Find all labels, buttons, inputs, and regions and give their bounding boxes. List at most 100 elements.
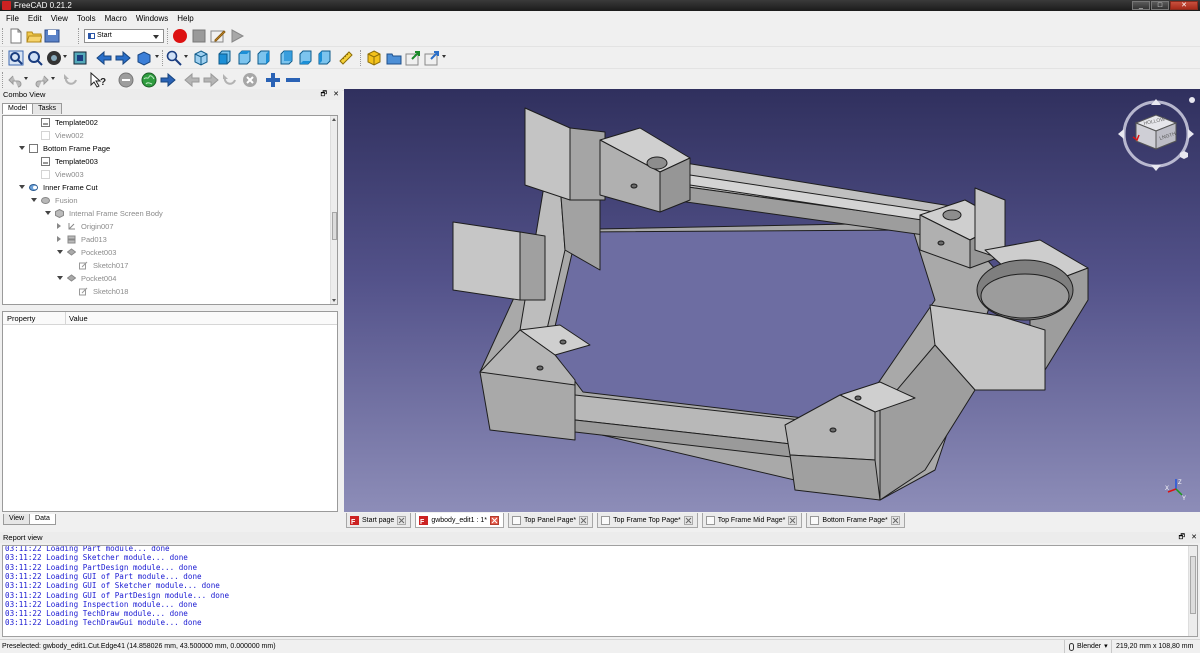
chevron-down-icon[interactable] <box>24 77 28 80</box>
macro-edit-icon[interactable] <box>210 28 226 44</box>
expand-arrow-icon[interactable] <box>45 211 51 215</box>
close-panel-icon[interactable]: ✕ <box>1191 532 1197 543</box>
expand-arrow-icon[interactable] <box>19 146 25 150</box>
report-scrollbar[interactable] <box>1188 546 1197 636</box>
expand-arrow-icon[interactable] <box>57 250 63 254</box>
chevron-down-icon[interactable] <box>51 77 55 80</box>
toolbar-grip[interactable] <box>162 50 164 66</box>
property-column-header[interactable]: Property <box>7 312 35 325</box>
expand-arrow-icon[interactable] <box>19 185 25 189</box>
close-tab-icon[interactable] <box>683 515 693 525</box>
zoom-in-icon[interactable] <box>265 72 281 88</box>
collapsed-arrow-icon[interactable] <box>57 223 61 229</box>
toolbar-grip[interactable] <box>2 72 4 88</box>
menu-tools[interactable]: Tools <box>74 14 102 23</box>
toolbar-grip[interactable] <box>78 28 80 44</box>
chevron-down-icon[interactable] <box>155 55 159 58</box>
close-tab-icon[interactable] <box>489 515 499 525</box>
expand-arrow-icon[interactable] <box>31 198 37 202</box>
menu-file[interactable]: File <box>3 14 25 23</box>
tab-view[interactable]: View <box>3 514 31 525</box>
column-divider[interactable] <box>65 312 66 325</box>
menu-help[interactable]: Help <box>174 14 199 23</box>
forward-arrow-icon[interactable] <box>160 72 176 88</box>
maximize-button[interactable]: □ <box>1151 1 1169 10</box>
fit-all-icon[interactable] <box>8 50 24 66</box>
close-tab-icon[interactable] <box>890 515 900 525</box>
create-group-icon[interactable] <box>386 50 402 66</box>
chevron-down-icon[interactable] <box>442 55 446 58</box>
redo-icon[interactable] <box>33 72 49 88</box>
fit-selection-icon[interactable] <box>27 50 43 66</box>
close-panel-icon[interactable]: ✕ <box>333 89 339 100</box>
value-column-header[interactable]: Value <box>69 312 88 325</box>
view-isometric-icon[interactable] <box>193 50 209 66</box>
forward-icon[interactable] <box>115 50 131 66</box>
3d-view[interactable]: HOLLOW LNGTH X Y Z <box>344 89 1200 512</box>
float-panel-icon[interactable]: 🗗 <box>1179 532 1186 543</box>
whats-this-icon[interactable]: ? <box>90 72 106 88</box>
navigation-cube[interactable]: HOLLOW LNGTH <box>1114 93 1196 175</box>
view-left-icon[interactable] <box>316 50 332 66</box>
web-forward-icon[interactable] <box>203 72 219 88</box>
menu-windows[interactable]: Windows <box>133 14 174 23</box>
close-tab-icon[interactable] <box>579 515 589 525</box>
doc-tab-gwbody[interactable]: F gwbody_edit1 : 1* <box>415 513 504 528</box>
std-views-icon[interactable] <box>136 50 152 66</box>
doc-tab-start-page[interactable]: F Start page <box>346 513 412 528</box>
float-panel-icon[interactable]: 🗗 <box>321 89 328 100</box>
tab-model[interactable]: Model <box>2 103 34 114</box>
expand-arrow-icon[interactable] <box>57 276 63 280</box>
doc-tab-top-frame-top-page[interactable]: Top Frame Top Page* <box>597 513 698 528</box>
nav-right-arrow-icon[interactable] <box>1188 129 1194 139</box>
view-front-icon[interactable] <box>216 50 232 66</box>
view-top-icon[interactable] <box>236 50 252 66</box>
bounding-box-icon[interactable] <box>72 50 88 66</box>
workbench-selector[interactable]: Start <box>84 29 164 43</box>
minimize-button[interactable]: _ <box>1132 1 1150 10</box>
model-tree[interactable]: Template002 View002 Bottom Frame Page Te… <box>2 115 338 305</box>
workbench-close-icon[interactable] <box>118 72 134 88</box>
save-document-icon[interactable] <box>44 28 60 44</box>
zoom-out-icon[interactable] <box>285 72 301 88</box>
tab-tasks[interactable]: Tasks <box>32 103 62 114</box>
web-home-icon[interactable] <box>141 72 157 88</box>
web-refresh-icon[interactable] <box>222 72 238 88</box>
property-editor[interactable]: Property Value <box>2 311 338 512</box>
open-document-icon[interactable] <box>26 28 42 44</box>
macro-run-icon[interactable] <box>229 28 245 44</box>
close-tab-icon[interactable] <box>397 515 407 525</box>
doc-tab-top-frame-mid-page[interactable]: Top Frame Mid Page* <box>701 513 803 528</box>
chevron-down-icon[interactable] <box>184 55 188 58</box>
menu-macro[interactable]: Macro <box>102 14 133 23</box>
tab-data[interactable]: Data <box>29 514 56 525</box>
create-link-icon[interactable] <box>405 50 421 66</box>
menu-edit[interactable]: Edit <box>25 14 48 23</box>
new-document-icon[interactable] <box>8 28 24 44</box>
macro-stop-icon[interactable] <box>191 28 207 44</box>
close-button[interactable]: ✕ <box>1170 1 1198 10</box>
view-bottom-icon[interactable] <box>297 50 313 66</box>
scroll-down-icon[interactable] <box>332 299 336 302</box>
menu-view[interactable]: View <box>48 14 74 23</box>
web-stop-icon[interactable] <box>242 72 258 88</box>
doc-tab-top-panel-page[interactable]: Top Panel Page* <box>507 513 594 528</box>
zoom-icon[interactable] <box>166 50 182 66</box>
scroll-up-icon[interactable] <box>332 118 336 121</box>
link-actions-icon[interactable] <box>424 50 440 66</box>
report-output[interactable]: 03:11:22 Loading Part module... done 03:… <box>2 545 1198 637</box>
back-icon[interactable] <box>96 50 112 66</box>
refresh-icon[interactable] <box>63 72 79 88</box>
macro-record-icon[interactable] <box>172 28 188 44</box>
collapsed-arrow-icon[interactable] <box>57 236 61 242</box>
toolbar-grip[interactable] <box>167 28 169 44</box>
undo-icon[interactable] <box>8 72 24 88</box>
toolbar-grip[interactable] <box>2 50 4 66</box>
create-part-icon[interactable] <box>366 50 382 66</box>
nav-down-arrow-icon[interactable] <box>1151 165 1161 171</box>
view-right-icon[interactable] <box>255 50 271 66</box>
close-tab-icon[interactable] <box>788 515 798 525</box>
toolbar-grip[interactable] <box>2 28 4 44</box>
chevron-down-icon[interactable] <box>63 55 67 58</box>
toolbar-grip[interactable] <box>360 50 362 66</box>
